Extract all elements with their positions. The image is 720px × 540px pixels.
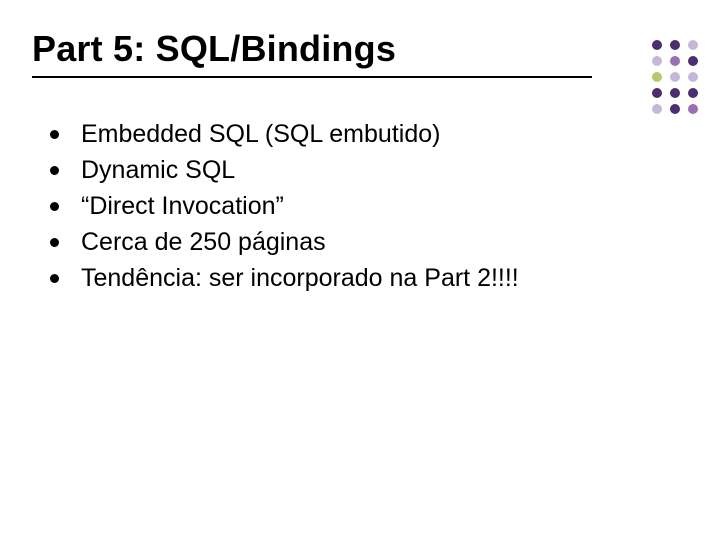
bullet-text: Tendência: ser incorporado na Part 2!!!! (81, 262, 519, 294)
list-item: “Direct Invocation” (50, 190, 650, 222)
slide-title: Part 5: SQL/Bindings (32, 28, 592, 70)
decor-dot-icon (688, 72, 698, 82)
decor-dot-icon (652, 56, 662, 66)
bullet-icon (50, 274, 59, 283)
bullet-text: “Direct Invocation” (81, 190, 284, 222)
bullet-icon (50, 166, 59, 175)
decor-dot-icon (688, 88, 698, 98)
decorative-dot-grid (652, 40, 700, 116)
bullet-text: Dynamic SQL (81, 154, 235, 186)
bullet-list: Embedded SQL (SQL embutido) Dynamic SQL … (50, 118, 650, 298)
decor-dot-icon (688, 40, 698, 50)
title-container: Part 5: SQL/Bindings (32, 28, 592, 78)
decor-dot-icon (652, 104, 662, 114)
bullet-text: Embedded SQL (SQL embutido) (81, 118, 440, 150)
decor-dot-icon (670, 88, 680, 98)
list-item: Embedded SQL (SQL embutido) (50, 118, 650, 150)
list-item: Tendência: ser incorporado na Part 2!!!! (50, 262, 650, 294)
bullet-text: Cerca de 250 páginas (81, 226, 326, 258)
decor-dot-icon (652, 88, 662, 98)
decor-dot-icon (652, 72, 662, 82)
decor-dot-icon (670, 56, 680, 66)
list-item: Dynamic SQL (50, 154, 650, 186)
bullet-icon (50, 130, 59, 139)
bullet-icon (50, 202, 59, 211)
decor-dot-icon (652, 40, 662, 50)
decor-dot-icon (670, 104, 680, 114)
slide: Part 5: SQL/Bindings Embedded SQL (SQL e… (0, 0, 720, 540)
decor-dot-icon (670, 40, 680, 50)
decor-dot-icon (670, 72, 680, 82)
bullet-icon (50, 238, 59, 247)
decor-dot-icon (688, 104, 698, 114)
list-item: Cerca de 250 páginas (50, 226, 650, 258)
decor-dot-icon (688, 56, 698, 66)
